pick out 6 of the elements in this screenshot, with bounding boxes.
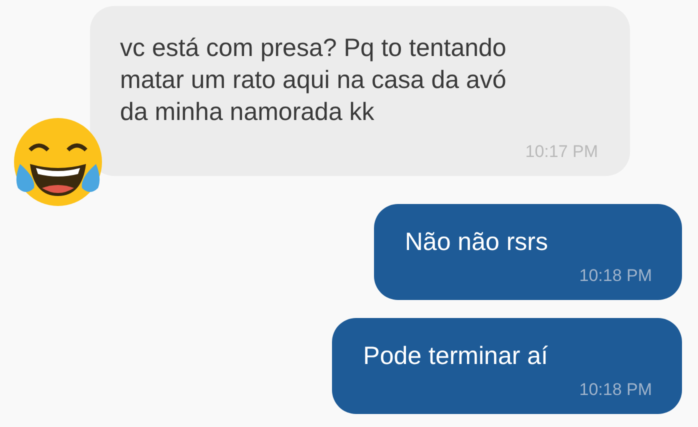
message-text: vc está com presa? Pq to tentando matar um rato aqui na casa da avó da minha namorada kk — [120, 33, 508, 128]
message-time: 10:18 PM — [579, 380, 652, 400]
message-text: Pode terminar aí — [363, 341, 548, 372]
message-time: 10:18 PM — [579, 266, 652, 286]
message-text: Não não rsrs — [404, 227, 548, 258]
laughing-emoji-icon — [12, 116, 104, 208]
